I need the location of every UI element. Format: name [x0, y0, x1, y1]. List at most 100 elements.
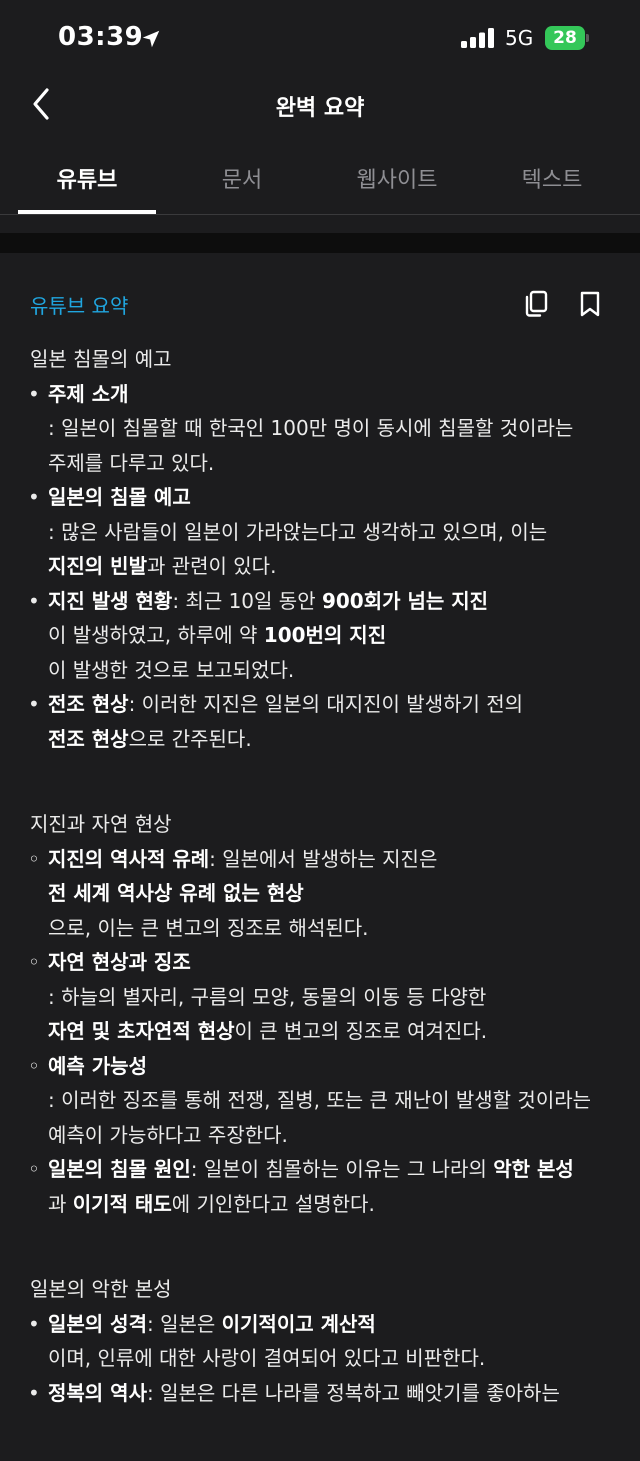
cellular-signal-icon: [461, 28, 494, 48]
network-type: 5G: [505, 26, 534, 50]
bullet-line: 으로, 이는 큰 변고의 징조로 해석된다.: [48, 911, 620, 946]
bold-text: 주제 소개: [48, 381, 129, 406]
bullet-line: 지진 발생 현황: 최근 10일 동안 900회가 넘는 지진: [48, 584, 620, 619]
bold-text: 정복의 역사: [48, 1380, 147, 1405]
nav-bar: 완벽 요약: [0, 76, 640, 134]
bold-text: 악한 본성: [493, 1157, 574, 1181]
bullet-marker: ◦: [28, 846, 40, 871]
bold-text: 100번의 지진: [263, 623, 387, 647]
bullet-line: 일본의 침몰 예고: [48, 480, 620, 515]
bullet-line: 지진의 역사적 유례: 일본에서 발생하는 지진은: [48, 842, 620, 877]
bullet-line: : 일본이 침몰할 때 한국인 100만 명이 동시에 침몰할 것이라는: [48, 411, 620, 446]
bullet-marker: ◦: [28, 950, 40, 974]
bullet-marker: ◦: [28, 1053, 40, 1078]
bold-text: 자연 및 초자연적 현상: [48, 1019, 235, 1043]
summary-group: 지진과 자연 현상 ◦ 지진의 역사적 유례: 일본에서 발생하는 지진은 전 세계 …: [28, 807, 620, 1222]
bold-text: 예측 가능성: [48, 1053, 147, 1078]
body-text: : 하늘의 별자리, 구름의 모양, 동물의 이동 등 다양한: [48, 984, 487, 1009]
bullet-list: • 주제 소개 : 일본이 침몰할 때 한국인 100만 명이 동시에 침몰할 것이…: [28, 377, 620, 757]
bullet-line: 전 세계 역사상 유례 없는 현상: [48, 876, 620, 911]
bullet-marker: •: [28, 692, 40, 716]
bold-text: 자연 현상과 징조: [48, 950, 191, 974]
body-text: : 일본이 침몰하는 이유는 그 나라의: [190, 1157, 494, 1181]
bullet-marker: ◦: [28, 1157, 40, 1181]
divider-band: [0, 233, 640, 253]
summary-group: 일본의 악한 본성 • 일본의 성격: 일본은 이기적이고 계산적 이며, 인류에 대…: [28, 1272, 620, 1411]
battery-icon: 28: [545, 26, 591, 50]
bold-text: 일본의 침몰 원인: [48, 1157, 191, 1181]
bold-text: 전 세계 역사상 유례 없는 현상: [48, 881, 304, 905]
bullet-item: • 지진 발생 현황: 최근 10일 동안 900회가 넘는 지진 이 발생하였고,…: [28, 584, 620, 688]
bullet-line: 정복의 역사: 일본은 다른 나라를 정복하고 빼앗기를 좋아하는: [48, 1376, 620, 1411]
bullet-line: 이며, 인류에 대한 사랑이 결여되어 있다고 비판한다.: [48, 1341, 620, 1376]
bullet-line: : 하늘의 별자리, 구름의 모양, 동물의 이동 등 다양한: [48, 980, 620, 1015]
bold-text: 일본의 침몰 예고: [48, 485, 191, 509]
status-bar: 03:39 5G 28: [0, 0, 640, 76]
bullet-line: 지진의 빈발과 관련이 있다.: [48, 549, 620, 584]
bullet-line: 전조 현상: 이러한 지진은 일본의 대지진이 발생하기 전의: [48, 687, 620, 722]
bold-text: 이기적 태도: [72, 1191, 172, 1216]
summary-group: 일본 침몰의 예고 • 주제 소개: 일본이 침몰할 때 한국인 100만 명이 동…: [28, 342, 620, 757]
body-text: 이며, 인류에 대한 사랑이 결여되어 있다고 비판한다.: [48, 1346, 486, 1370]
tab-youtube[interactable]: 유튜브: [18, 162, 156, 194]
body-text: 주제를 다루고 있다.: [48, 450, 215, 475]
bullet-line: 주제 소개: [48, 377, 620, 412]
body-text: 과: [48, 1191, 73, 1216]
page-title: 완벽 요약: [275, 96, 365, 121]
body-text: 이 발생한 것으로 보고되었다.: [48, 657, 295, 682]
body-text: : 일본은 다른 나라를 정복하고 빼앗기를 좋아하는: [146, 1380, 560, 1405]
bullet-item: ◦ 예측 가능성 : 이러한 징조를 통해 전쟁, 질병, 또는 큰 재난이 발생할…: [28, 1049, 620, 1153]
body-text: : 일본이 침몰할 때 한국인 100만 명이 동시에 침몰할 것이라는: [48, 416, 574, 440]
bullet-item: • 전조 현상: 이러한 지진은 일본의 대지진이 발생하기 전의 전조 현상으로 …: [28, 687, 620, 757]
body-text: 이 큰 변고의 징조로 여겨진다.: [234, 1019, 488, 1043]
bullet-line: 주제를 다루고 있다.: [48, 446, 620, 481]
bullet-line: 과 이기적 태도에 기인한다고 설명한다.: [48, 1187, 620, 1222]
tab-document[interactable]: 문서: [176, 162, 308, 194]
bullet-line: 전조 현상으로 간주된다.: [48, 722, 620, 757]
active-tab-indicator: [18, 210, 156, 214]
bullet-marker: •: [28, 381, 40, 406]
bold-text: 지진의 역사적 유례: [48, 846, 210, 871]
bullet-marker: •: [28, 588, 40, 613]
status-time: 03:39: [58, 22, 144, 52]
bold-text: 전조 현상: [48, 692, 129, 716]
battery-level: 28: [553, 28, 577, 48]
body-text: 에 기인한다고 설명한다.: [171, 1191, 375, 1216]
summary-section-title: 유튜브 요약: [30, 294, 129, 318]
bullet-line: 이 발생한 것으로 보고되었다.: [48, 653, 620, 688]
bold-text: 이기적이고 계산적: [221, 1311, 376, 1336]
bullet-line: 예측 가능성: [48, 1049, 620, 1084]
bullet-line: : 이러한 징조를 통해 전쟁, 질병, 또는 큰 재난이 발생할 것이라는: [48, 1083, 620, 1118]
bold-text: 전조 현상: [48, 726, 129, 751]
bullet-list: ◦ 지진의 역사적 유례: 일본에서 발생하는 지진은전 세계 역사상 유례 없는…: [28, 842, 620, 1222]
bullet-item: • 정복의 역사: 일본은 다른 나라를 정복하고 빼앗기를 좋아하는: [28, 1376, 620, 1411]
body-text: 예측이 가능하다고 주장한다.: [48, 1122, 288, 1147]
bullet-item: ◦ 자연 현상과 징조 : 하늘의 별자리, 구름의 모양, 동물의 이동 등 다양…: [28, 945, 620, 1049]
body-text: 으로 간주된다.: [128, 726, 252, 751]
bullet-line: 이 발생하였고, 하루에 약 100번의 지진: [48, 618, 620, 653]
bullet-list: • 일본의 성격: 일본은 이기적이고 계산적이며, 인류에 대한 사랑이 결여되…: [28, 1307, 620, 1411]
bullet-item: • 일본의 성격: 일본은 이기적이고 계산적이며, 인류에 대한 사랑이 결여되…: [28, 1307, 620, 1376]
bookmark-icon[interactable]: [578, 290, 602, 318]
bullet-item: • 일본의 침몰 예고 : 많은 사람들이 일본이 가라앉는다고 생각하고 있으며,…: [28, 480, 620, 584]
bold-text: 900회가 넘는 지진: [321, 588, 489, 613]
body-text: 과 관련이 있다.: [146, 554, 277, 578]
bullet-marker: •: [28, 1311, 40, 1336]
bullet-item: • 주제 소개 : 일본이 침몰할 때 한국인 100만 명이 동시에 침몰할 것이…: [28, 377, 620, 481]
bullet-marker: •: [28, 485, 40, 509]
tab-text[interactable]: 텍스트: [486, 162, 618, 194]
bold-text: 일본의 성격: [48, 1311, 147, 1336]
bullet-line: 일본의 성격: 일본은 이기적이고 계산적: [48, 1307, 620, 1342]
body-text: : 최근 10일 동안: [172, 588, 322, 613]
body-text: 으로, 이는 큰 변고의 징조로 해석된다.: [48, 915, 369, 940]
body-text: : 일본에서 발생하는 지진은: [209, 846, 438, 871]
body-text: 이 발생하였고, 하루에 약: [48, 623, 264, 647]
body-text: : 많은 사람들이 일본이 가라앉는다고 생각하고 있으며, 이는: [48, 519, 548, 544]
bullet-line: 자연 및 초자연적 현상이 큰 변고의 징조로 여겨진다.: [48, 1014, 620, 1049]
bullet-line: 예측이 가능하다고 주장한다.: [48, 1118, 620, 1153]
copy-icon[interactable]: [523, 290, 549, 318]
tab-website[interactable]: 웹사이트: [326, 162, 468, 194]
bullet-line: : 많은 사람들이 일본이 가라앉는다고 생각하고 있으며, 이는: [48, 515, 620, 550]
bullet-item: ◦ 지진의 역사적 유례: 일본에서 발생하는 지진은전 세계 역사상 유례 없는…: [28, 842, 620, 946]
source-tabs: 유튜브 문서 웹사이트 텍스트: [0, 150, 640, 215]
